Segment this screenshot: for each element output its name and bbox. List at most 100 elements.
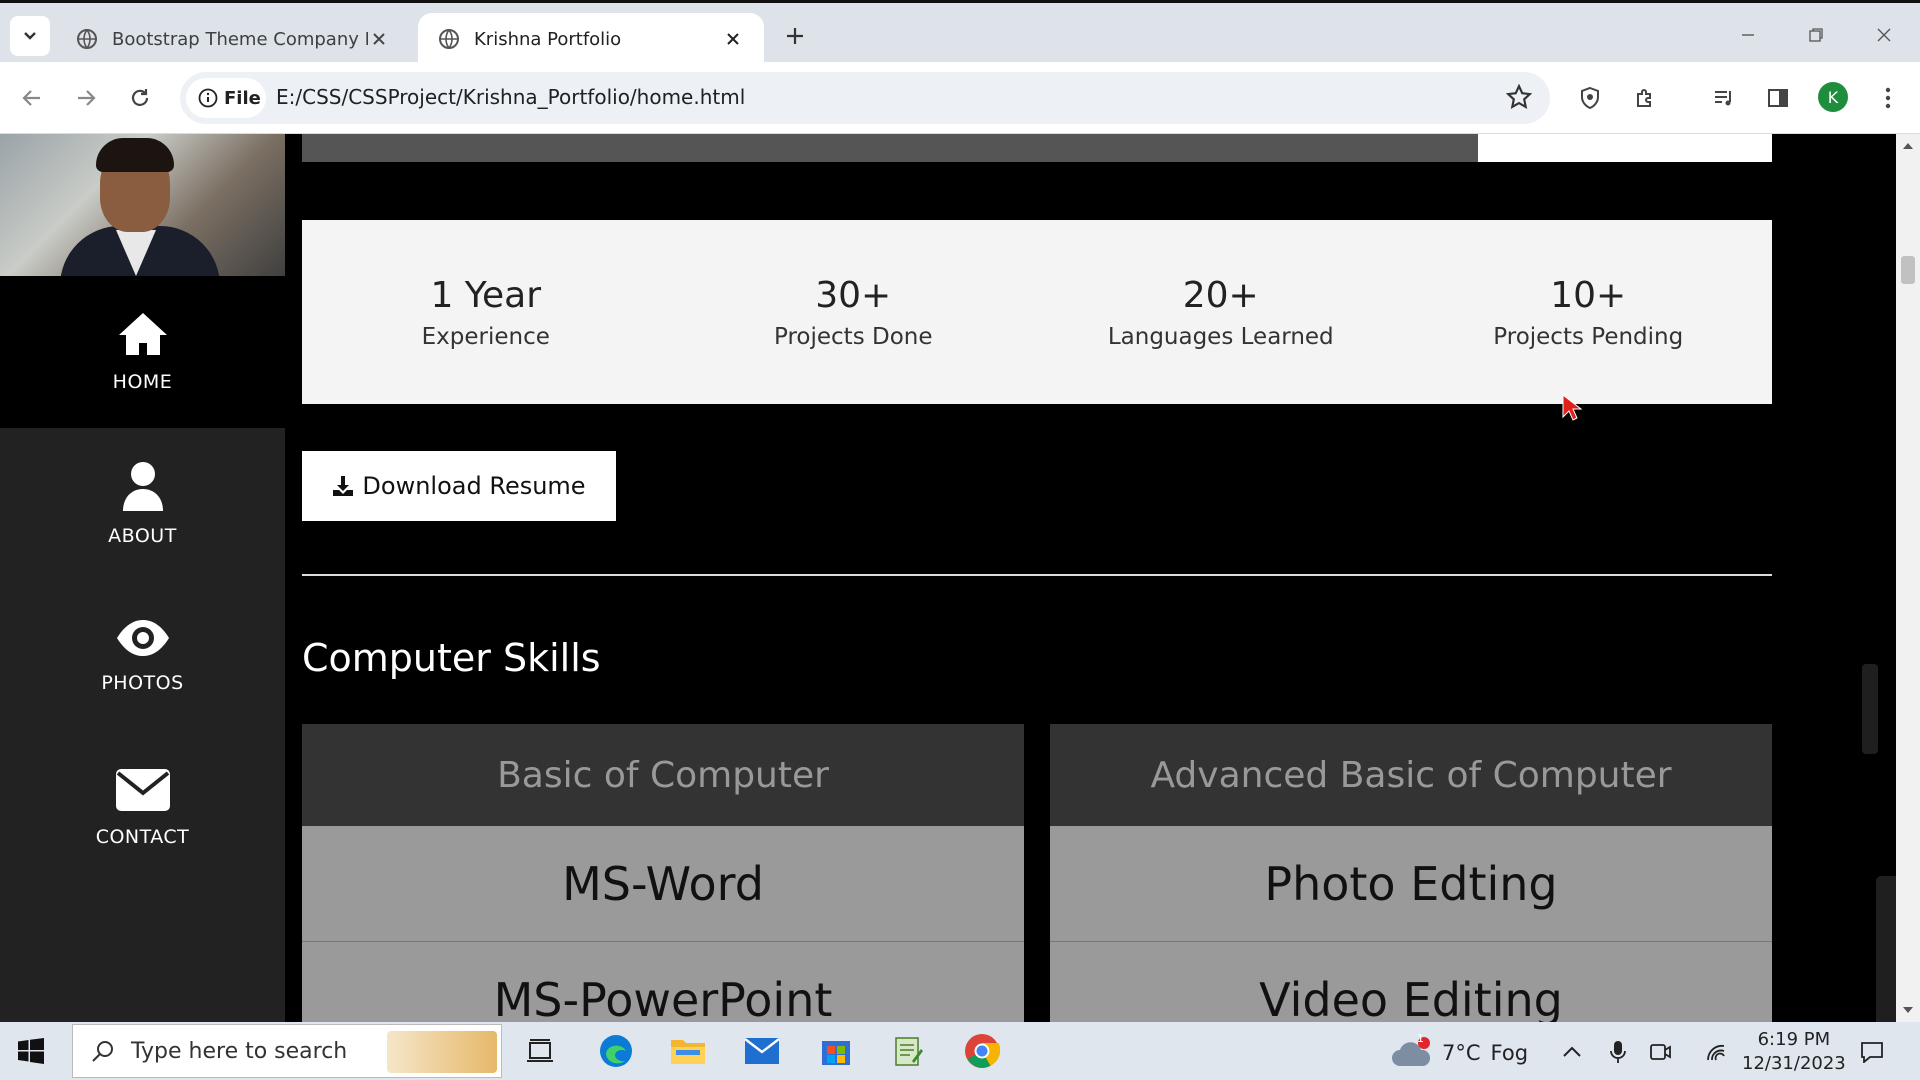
stat-label: Experience [421, 323, 550, 350]
stat-experience: 1 Year Experience [302, 220, 670, 404]
tray-microphone[interactable] [1604, 1038, 1632, 1066]
tray-overflow-button[interactable] [1558, 1038, 1586, 1066]
tray-camera[interactable] [1646, 1038, 1674, 1066]
envelope-icon [115, 769, 170, 811]
profile-photo [0, 134, 285, 276]
tab-title: Bootstrap Theme Company Pag [112, 28, 368, 50]
scroll-thumb[interactable] [1901, 256, 1915, 284]
tab-title: Krishna Portfolio [474, 28, 622, 50]
shield-icon [1581, 86, 1599, 110]
extensions-button[interactable] [1628, 80, 1664, 116]
stat-number: 10+ [1550, 274, 1627, 316]
stat-label: Projects Pending [1493, 323, 1684, 350]
reload-button[interactable] [122, 80, 158, 116]
download-resume-label: Download Resume [362, 472, 586, 500]
sidebar-item-photos[interactable]: PHOTOS [0, 580, 285, 732]
weather-widget[interactable]: 1 7°C Fog [1390, 1032, 1528, 1070]
taskbar-file-explorer[interactable] [668, 1031, 708, 1071]
bookmark-star-icon[interactable] [1505, 83, 1533, 114]
section-title: Computer Skills [302, 636, 601, 680]
taskbar-edge[interactable] [596, 1031, 636, 1071]
cloud-weather-icon [1392, 1037, 1431, 1066]
extension-shield-button[interactable] [1572, 80, 1608, 116]
media-controls-button[interactable] [1706, 80, 1742, 116]
progress-bar-remainder [1478, 134, 1772, 162]
store-icon [822, 1041, 850, 1065]
address-bar[interactable]: File E:/CSS/CSSProject/Krishna_Portfolio… [180, 72, 1550, 124]
info-icon [198, 88, 218, 108]
scroll-down-icon[interactable] [1902, 1004, 1914, 1016]
tab-bootstrap-theme[interactable]: Bootstrap Theme Company Pag [56, 13, 410, 65]
mouse-cursor-icon [1562, 394, 1582, 421]
close-tab-icon[interactable] [722, 28, 744, 50]
browser-toolbar: File E:/CSS/CSSProject/Krishna_Portfolio… [0, 62, 1920, 134]
skill-item: Photo Edting [1050, 826, 1772, 942]
close-icon [1877, 28, 1891, 42]
back-button[interactable] [14, 80, 50, 116]
minimize-window-button[interactable] [1730, 17, 1766, 53]
tab-search-button[interactable] [10, 16, 50, 56]
search-highlight-image [387, 1031, 497, 1073]
forward-button[interactable] [68, 80, 104, 116]
stats-panel: 1 Year Experience 30+ Projects Done 20+ … [302, 220, 1772, 404]
folder-icon [671, 1040, 705, 1064]
close-tab-icon[interactable] [368, 28, 390, 50]
sidebar-item-home[interactable]: HOME [0, 276, 285, 428]
skill-item: MS-Word [302, 826, 1024, 942]
sidebar-item-contact[interactable]: CONTACT [0, 732, 285, 884]
chevron-up-icon [1563, 1046, 1581, 1057]
weather-temp: 7°C [1442, 1041, 1481, 1065]
download-icon [333, 476, 354, 496]
taskbar-mail[interactable] [742, 1031, 782, 1071]
search-icon [92, 1041, 113, 1062]
globe-icon [439, 29, 459, 49]
site-info-chip[interactable]: File [186, 78, 266, 118]
url-text[interactable]: E:/CSS/CSSProject/Krishna_Portfolio/home… [276, 85, 745, 109]
sidebar-item-about[interactable]: ABOUT [0, 428, 285, 580]
playlist-icon [1715, 91, 1731, 106]
skill-item: Video Editing [1050, 942, 1772, 1022]
edge-icon [600, 1035, 632, 1067]
scroll-up-icon[interactable] [1902, 140, 1914, 152]
puzzle-icon [1637, 89, 1651, 107]
home-icon [118, 313, 167, 355]
taskbar-notepad-app[interactable] [888, 1031, 928, 1071]
start-button[interactable] [18, 1038, 44, 1068]
minimize-icon [1742, 34, 1754, 36]
sidebar: HOME ABOUT PHOTOS CONTACT [0, 134, 285, 1022]
mail-icon [744, 1038, 780, 1064]
tray-network[interactable] [1702, 1038, 1730, 1066]
page-scrollbar[interactable] [1896, 134, 1920, 1022]
stat-number: 1 Year [430, 274, 542, 316]
page-viewport: HOME ABOUT PHOTOS CONTACT 1 Year Experie… [0, 134, 1896, 1022]
eye-icon [116, 620, 169, 656]
browser-menu-button[interactable] [1870, 80, 1906, 116]
screenrec-widget[interactable] [1876, 876, 1896, 1022]
arrow-left-icon [22, 90, 40, 106]
user-icon [122, 462, 163, 511]
stat-label: Projects Done [774, 323, 933, 350]
new-tab-button[interactable] [780, 21, 810, 51]
restore-window-button[interactable] [1798, 17, 1834, 53]
side-panel-button[interactable] [1760, 80, 1796, 116]
close-window-button[interactable] [1866, 17, 1902, 53]
taskbar-search-box[interactable]: Type here to search [72, 1024, 502, 1078]
taskbar-clock[interactable]: 6:19 PM 12/31/2023 [1742, 1028, 1846, 1076]
notepad-icon [895, 1037, 923, 1066]
tab-krishna-portfolio[interactable]: Krishna Portfolio [418, 13, 764, 65]
download-resume-button[interactable]: Download Resume [302, 451, 616, 521]
arrow-right-icon [78, 90, 96, 106]
stat-number: 30+ [815, 274, 892, 316]
taskbar-chrome[interactable] [962, 1031, 1002, 1071]
task-view-button[interactable] [520, 1031, 560, 1071]
chevron-down-icon [24, 32, 36, 40]
progress-bar-track [302, 134, 1478, 162]
notification-center-button[interactable] [1858, 1038, 1886, 1066]
taskbar-store[interactable] [816, 1031, 856, 1071]
profile-avatar[interactable]: K [1818, 82, 1848, 112]
side-panel-icon [1768, 89, 1788, 107]
skill-item: MS-PowerPoint [302, 942, 1024, 1022]
sidebar-item-label: PHOTOS [101, 672, 184, 694]
plus-icon [787, 28, 803, 44]
screenrec-side-tab[interactable] [1862, 664, 1878, 754]
